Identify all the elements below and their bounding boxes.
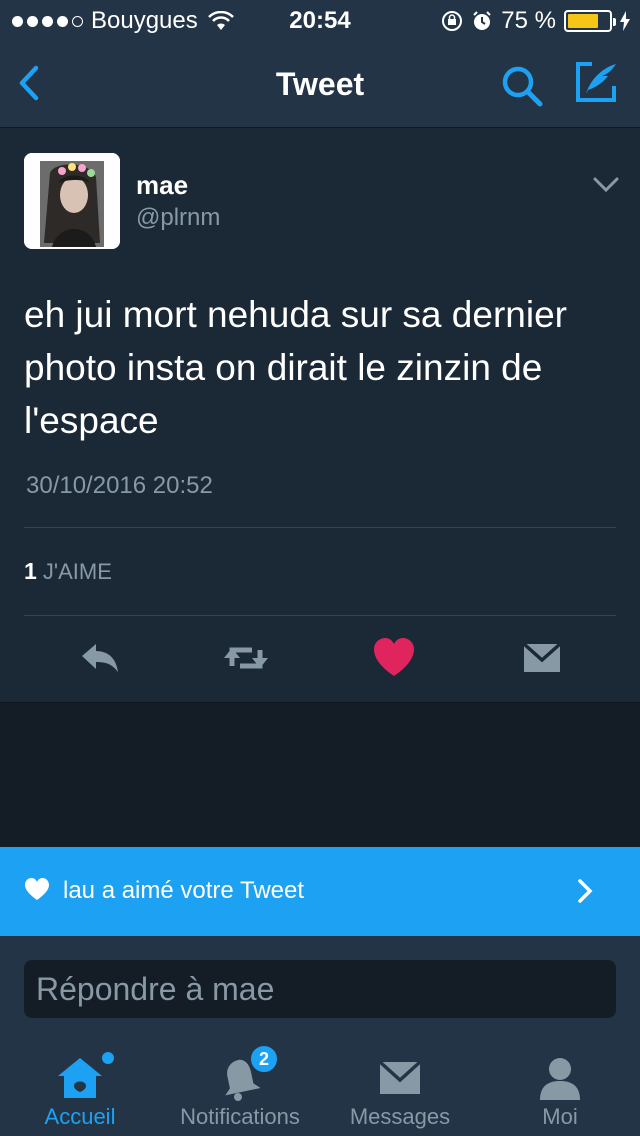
like-count: 1 (24, 558, 37, 584)
navigation-bar: Tweet (0, 40, 640, 128)
divider (24, 615, 616, 616)
tab-label: Notifications (180, 1104, 300, 1129)
banner-text: lau a aimé votre Tweet (63, 877, 305, 904)
tweet-timestamp: 30/10/2016 20:52 (26, 472, 213, 499)
author-name[interactable]: mae (136, 170, 188, 201)
reply-icon[interactable] (76, 634, 124, 682)
heart-icon (25, 878, 49, 900)
rotation-lock-icon (442, 11, 463, 31)
notification-badge: 2 (249, 1044, 279, 1074)
tweet-detail: mae @plrnm eh jui mort nehuda sur sa der… (0, 128, 640, 703)
person-icon (540, 1058, 580, 1100)
new-content-dot (102, 1052, 114, 1064)
heart-icon[interactable] (370, 634, 418, 682)
tab-home[interactable]: Accueil (0, 1032, 160, 1136)
author-handle[interactable]: @plrnm (136, 204, 220, 232)
search-icon[interactable] (498, 62, 546, 110)
home-icon (58, 1058, 102, 1098)
like-label: J'AIME (42, 559, 112, 584)
like-count-row[interactable]: 1 J'AIME (24, 558, 112, 585)
reply-bar (0, 936, 640, 1032)
alarm-icon (473, 11, 492, 30)
battery-level (568, 14, 598, 28)
avatar-photo (24, 153, 120, 249)
tab-label: Messages (349, 1104, 451, 1129)
chevron-right-icon (578, 879, 593, 903)
battery-percent: 75 % (501, 7, 556, 34)
tab-label: Accueil (44, 1104, 116, 1129)
battery-icon (564, 10, 616, 32)
tab-messages[interactable]: Messages (320, 1032, 480, 1136)
like-notification-banner[interactable]: lau a aimé votre Tweet (0, 847, 640, 936)
direct-message-icon[interactable] (518, 634, 566, 682)
tab-me[interactable]: Moi (480, 1032, 640, 1136)
tab-notifications[interactable]: 2 Notifications (160, 1032, 320, 1136)
envelope-icon (378, 1060, 422, 1094)
tab-label: Moi (542, 1104, 578, 1129)
avatar[interactable] (24, 153, 120, 249)
charging-icon (620, 11, 630, 31)
status-right: 75 % (441, 7, 630, 35)
chevron-down-icon[interactable] (592, 176, 620, 194)
tweet-text: eh jui mort nehuda sur sa dernier photo … (24, 294, 567, 441)
tab-bar: Accueil 2 Notifications Messages Moi (0, 1032, 640, 1136)
compose-tweet-icon[interactable] (572, 58, 620, 106)
retweet-icon[interactable] (222, 634, 270, 682)
divider (24, 527, 616, 528)
reply-input[interactable] (24, 960, 616, 1018)
status-bar: Bouygues 20:54 75 % (0, 0, 640, 40)
